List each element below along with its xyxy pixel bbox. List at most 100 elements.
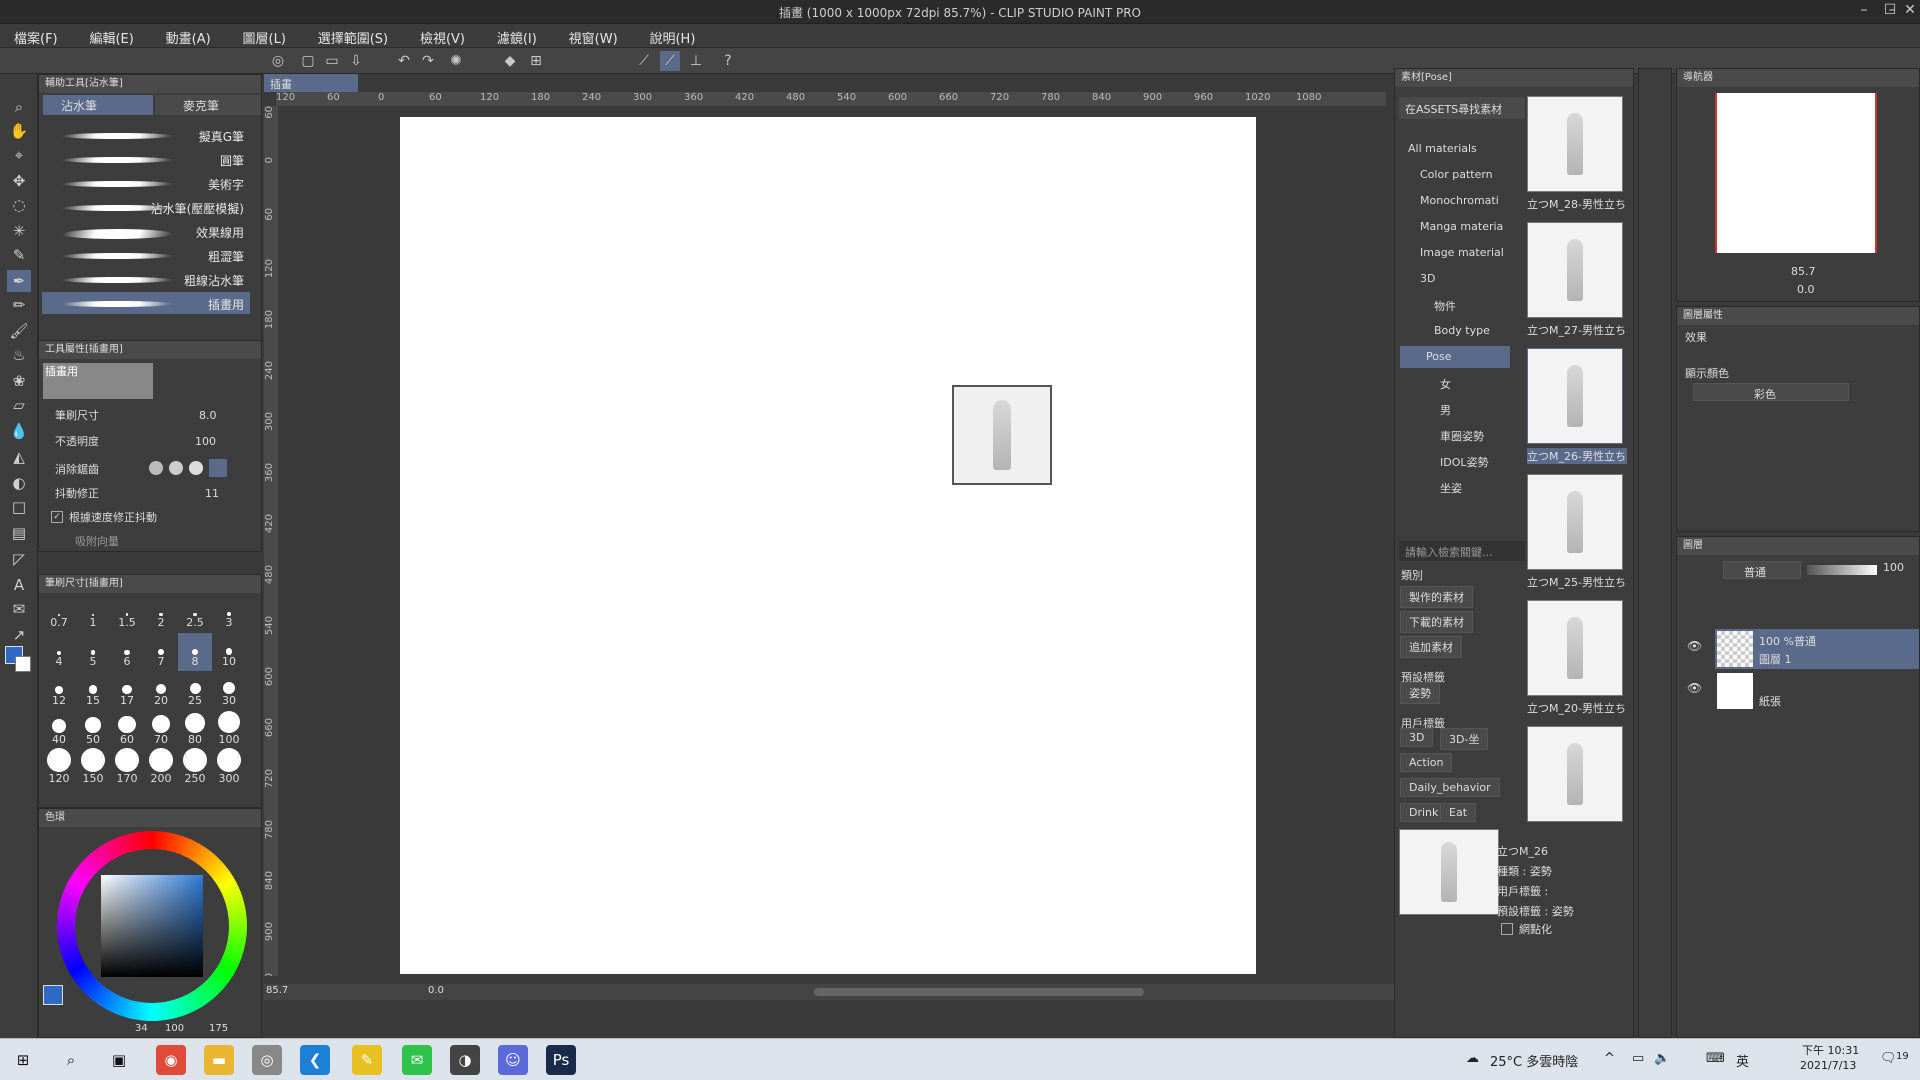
chevron-up-icon[interactable]: ^	[1604, 1051, 1615, 1066]
tag-button[interactable]: Daily_behavior	[1400, 778, 1500, 797]
weather-icon[interactable]: ☁	[1466, 1051, 1479, 1066]
tag-button[interactable]: 追加素材	[1400, 636, 1462, 658]
fill-bucket-icon[interactable]: ◭	[7, 446, 31, 468]
brush-size-cell[interactable]: 120	[42, 748, 76, 788]
material-tree-item[interactable]: All materials	[1400, 138, 1510, 160]
ruler-icon[interactable]: ◸	[7, 548, 31, 570]
close-button[interactable]: ✕	[1896, 2, 1920, 22]
clock-time[interactable]: 下午 10:31	[1802, 1042, 1859, 1058]
blend-mode-select[interactable]: 普通	[1723, 561, 1801, 579]
tab-marker[interactable]: 麥克筆	[155, 95, 261, 115]
pencil-icon[interactable]: ✏	[7, 294, 31, 316]
tab-pen[interactable]: 沾水筆	[43, 95, 153, 115]
brush-size-cell[interactable]: 200	[144, 748, 178, 788]
tag-button[interactable]: 3D-坐	[1440, 728, 1489, 750]
material-tree-item[interactable]: Body type	[1400, 320, 1510, 342]
speed-checkbox[interactable]: ✓	[51, 511, 63, 523]
halftone-checkbox[interactable]	[1501, 923, 1513, 935]
horizontal-scrollbar[interactable]	[814, 988, 1144, 996]
task-view-icon[interactable]: ▣	[104, 1045, 134, 1075]
figure-icon[interactable]: □	[7, 496, 31, 518]
menu-help[interactable]: 說明(H)	[635, 24, 709, 51]
main-color-chip[interactable]	[43, 985, 63, 1005]
help-icon[interactable]: ?	[718, 51, 738, 71]
tag-button[interactable]: 製作的素材	[1400, 586, 1473, 608]
brush-size-cell[interactable]: 20	[144, 672, 178, 710]
tag-button[interactable]: Action	[1400, 753, 1453, 772]
material-thumbnail[interactable]	[1527, 726, 1623, 822]
hand-icon[interactable]: ✋	[7, 120, 31, 142]
material-tree-item[interactable]: 女	[1400, 372, 1510, 394]
layer-row[interactable]: 紙張	[1715, 671, 1919, 711]
chrome-icon[interactable]: ◉	[156, 1045, 186, 1075]
brush-size-cell[interactable]: 0.7	[42, 594, 76, 632]
pose-3d-figure[interactable]	[952, 385, 1052, 485]
tag-button[interactable]: 下載的素材	[1400, 611, 1473, 633]
operation-icon[interactable]: ⌖	[7, 144, 31, 166]
clear-icon[interactable]: ✺	[446, 51, 466, 71]
brush-size-cell[interactable]: 1	[76, 594, 110, 632]
weather-text[interactable]: 25°C 多雲時陰	[1490, 1051, 1578, 1070]
tag-button[interactable]: Eat	[1440, 803, 1477, 822]
text-icon[interactable]: A	[7, 574, 31, 596]
move-layer-icon[interactable]: ✥	[7, 170, 31, 192]
display-color-select[interactable]: 彩色	[1693, 383, 1849, 401]
opacity-value[interactable]: 100	[195, 435, 216, 448]
brush-item[interactable]: 圓筆	[42, 148, 250, 170]
ruler-snap-icon[interactable]: ⟋	[634, 51, 654, 71]
brush-size-cell[interactable]: 1.5	[110, 594, 144, 632]
tag-button[interactable]: 姿勢	[1400, 682, 1440, 704]
line-icon[interactable]: ✉	[402, 1045, 432, 1075]
special-ruler-snap-icon[interactable]: ⟋	[660, 51, 680, 71]
antialias-option[interactable]	[189, 461, 203, 475]
lasso-icon[interactable]: ◌	[7, 194, 31, 216]
notification-icon[interactable]: 🗨	[1880, 1051, 1897, 1066]
material-tree-item[interactable]: 車圈姿勢	[1400, 424, 1510, 446]
brush-size-cell[interactable]: 10	[212, 633, 246, 671]
brush-item[interactable]: 粗澀筆	[42, 244, 250, 266]
network-icon[interactable]: ▭	[1632, 1051, 1644, 1066]
tag-button[interactable]: 3D	[1400, 728, 1434, 747]
antialias-option-selected[interactable]	[209, 459, 227, 477]
menu-view[interactable]: 檢視(V)	[406, 24, 479, 51]
eye-icon[interactable]: 👁	[1687, 639, 1702, 653]
magic-wand-icon[interactable]: ✳	[7, 220, 31, 242]
brush-size-cell[interactable]: 15	[76, 672, 110, 710]
gradient-icon[interactable]: ◐	[7, 472, 31, 494]
material-thumbnail[interactable]	[1527, 96, 1623, 192]
brush-size-value[interactable]: 8.0	[199, 409, 217, 422]
eraser-icon[interactable]: ▱	[7, 394, 31, 416]
search-icon[interactable]: ⌕	[56, 1045, 86, 1075]
brush-size-cell[interactable]: 80	[178, 711, 212, 749]
material-tree-item[interactable]: 坐姿	[1400, 476, 1510, 498]
brush-item[interactable]: 美術字	[42, 172, 250, 194]
pen-icon[interactable]: ✒	[7, 270, 31, 292]
brush-size-cell[interactable]: 4	[42, 633, 76, 671]
undo-icon[interactable]: ↶	[394, 51, 414, 71]
file-explorer-icon[interactable]: ▬	[204, 1045, 234, 1075]
brush-size-cell[interactable]: 60	[110, 711, 144, 749]
blend-icon[interactable]: 💧	[7, 420, 31, 442]
layer-row-selected[interactable]: 100 %普通 圖層 1	[1715, 629, 1919, 669]
brush-size-cell[interactable]: 50	[76, 711, 110, 749]
brush-size-cell[interactable]: 2	[144, 594, 178, 632]
navigator-rotate[interactable]: 0.0	[1797, 283, 1815, 296]
assets-search-button[interactable]: 在ASSETS尋找素材	[1399, 97, 1525, 119]
zoom-icon[interactable]: ⌕	[7, 96, 31, 118]
menu-selection[interactable]: 選擇範圍(S)	[304, 24, 402, 51]
redo-icon[interactable]: ↷	[418, 51, 438, 71]
volume-icon[interactable]: 🔈	[1654, 1051, 1670, 1066]
clip-studio-icon[interactable]: ◎	[268, 51, 288, 71]
ime-indicator[interactable]: 英	[1736, 1051, 1749, 1070]
brush-size-cell[interactable]: 30	[212, 672, 246, 710]
layer-opacity-value[interactable]: 100	[1883, 561, 1904, 574]
balloon-icon[interactable]: ✉	[7, 598, 31, 620]
transform-icon[interactable]: ⊞	[526, 51, 546, 71]
brush-item[interactable]: 粗線沾水筆	[42, 268, 250, 290]
stabilize-value[interactable]: 11	[205, 487, 219, 500]
sub-color-swatch[interactable]	[15, 656, 31, 672]
brush-size-cell[interactable]: 300	[212, 748, 246, 788]
airbrush-icon[interactable]: ♨	[7, 344, 31, 366]
color-square[interactable]	[101, 875, 203, 977]
brush-size-cell[interactable]: 70	[144, 711, 178, 749]
